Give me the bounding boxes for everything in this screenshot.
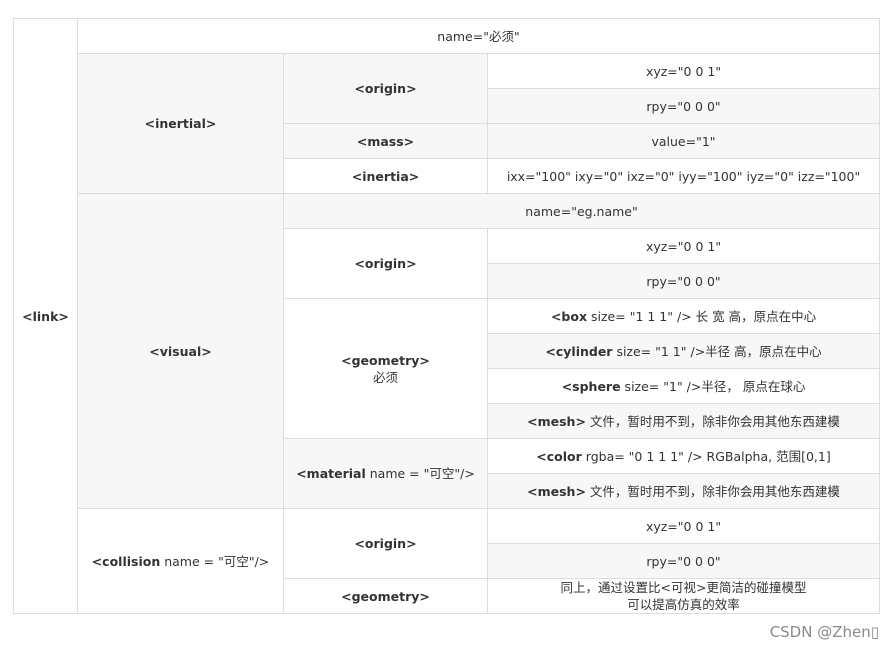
geometry-box-cell: <box size= "1 1 1" /> 长 宽 高，原点在中心 (486, 298, 881, 334)
visual-geometry-cell: <geometry> 必须 (283, 298, 488, 439)
inertial-mass-cell: <mass> (283, 123, 488, 159)
inertial-inertia-cell: <inertia> (283, 158, 488, 194)
collision-tag-cell: <collision name = "可空"/> (77, 508, 284, 614)
visual-tag-cell: <visual> (77, 193, 284, 509)
collision-geometry-note-cell: 同上，通过设置比<可视>更简洁的碰撞模型 可以提高仿真的效率 (486, 578, 881, 614)
collision-geometry-cell: <geometry> (283, 578, 488, 614)
collision-note-line-1: 同上，通过设置比<可视>更简洁的碰撞模型 (560, 580, 807, 595)
inertial-inertia-value-cell: ixx="100" ixy="0" ixz="0" iyy="100" iyz=… (486, 158, 881, 194)
visual-origin-cell: <origin> (283, 228, 488, 299)
link-tag-cell: <link> (13, 18, 78, 614)
collision-rpy-cell: rpy="0 0 0" (486, 543, 881, 579)
geometry-mesh-cell: <mesh> 文件，暂时用不到，除非你会用其他东西建模 (486, 403, 881, 439)
visual-name-cell: name="eg.name" (282, 193, 881, 229)
inertial-rpy-cell: rpy="0 0 0" (486, 88, 881, 124)
collision-origin-cell: <origin> (283, 508, 488, 579)
inertial-xyz-cell: xyz="0 0 1" (486, 53, 881, 89)
visual-material-cell: <material name = "可空"/> (283, 438, 488, 509)
geometry-cylinder-cell: <cylinder size= "1 1" />半径 高，原点在中心 (486, 333, 881, 369)
visual-xyz-cell: xyz="0 0 1" (486, 228, 881, 264)
inertial-tag-cell: <inertial> (77, 53, 284, 194)
collision-note-line-2: 可以提高仿真的效率 (627, 597, 740, 612)
link-name-cell: name="必须" (76, 18, 881, 54)
material-mesh-cell: <mesh> 文件，暂时用不到，除非你会用其他东西建模 (486, 473, 881, 509)
collision-xyz-cell: xyz="0 0 1" (486, 508, 881, 544)
material-color-cell: <color rgba= "0 1 1 1" /> RGBalpha, 范围[0… (486, 438, 881, 474)
inertial-origin-cell: <origin> (283, 53, 488, 124)
inertial-mass-value-cell: value="1" (486, 123, 881, 159)
geometry-required-note: 必须 (372, 369, 398, 385)
geometry-sphere-cell: <sphere size= "1" />半径， 原点在球心 (486, 368, 881, 404)
urdf-link-table: <link> name="必须" <inertial> <origin> xyz… (13, 18, 881, 614)
visual-rpy-cell: rpy="0 0 0" (486, 263, 881, 299)
csdn-watermark: CSDN @Zhen▯ (769, 623, 879, 641)
